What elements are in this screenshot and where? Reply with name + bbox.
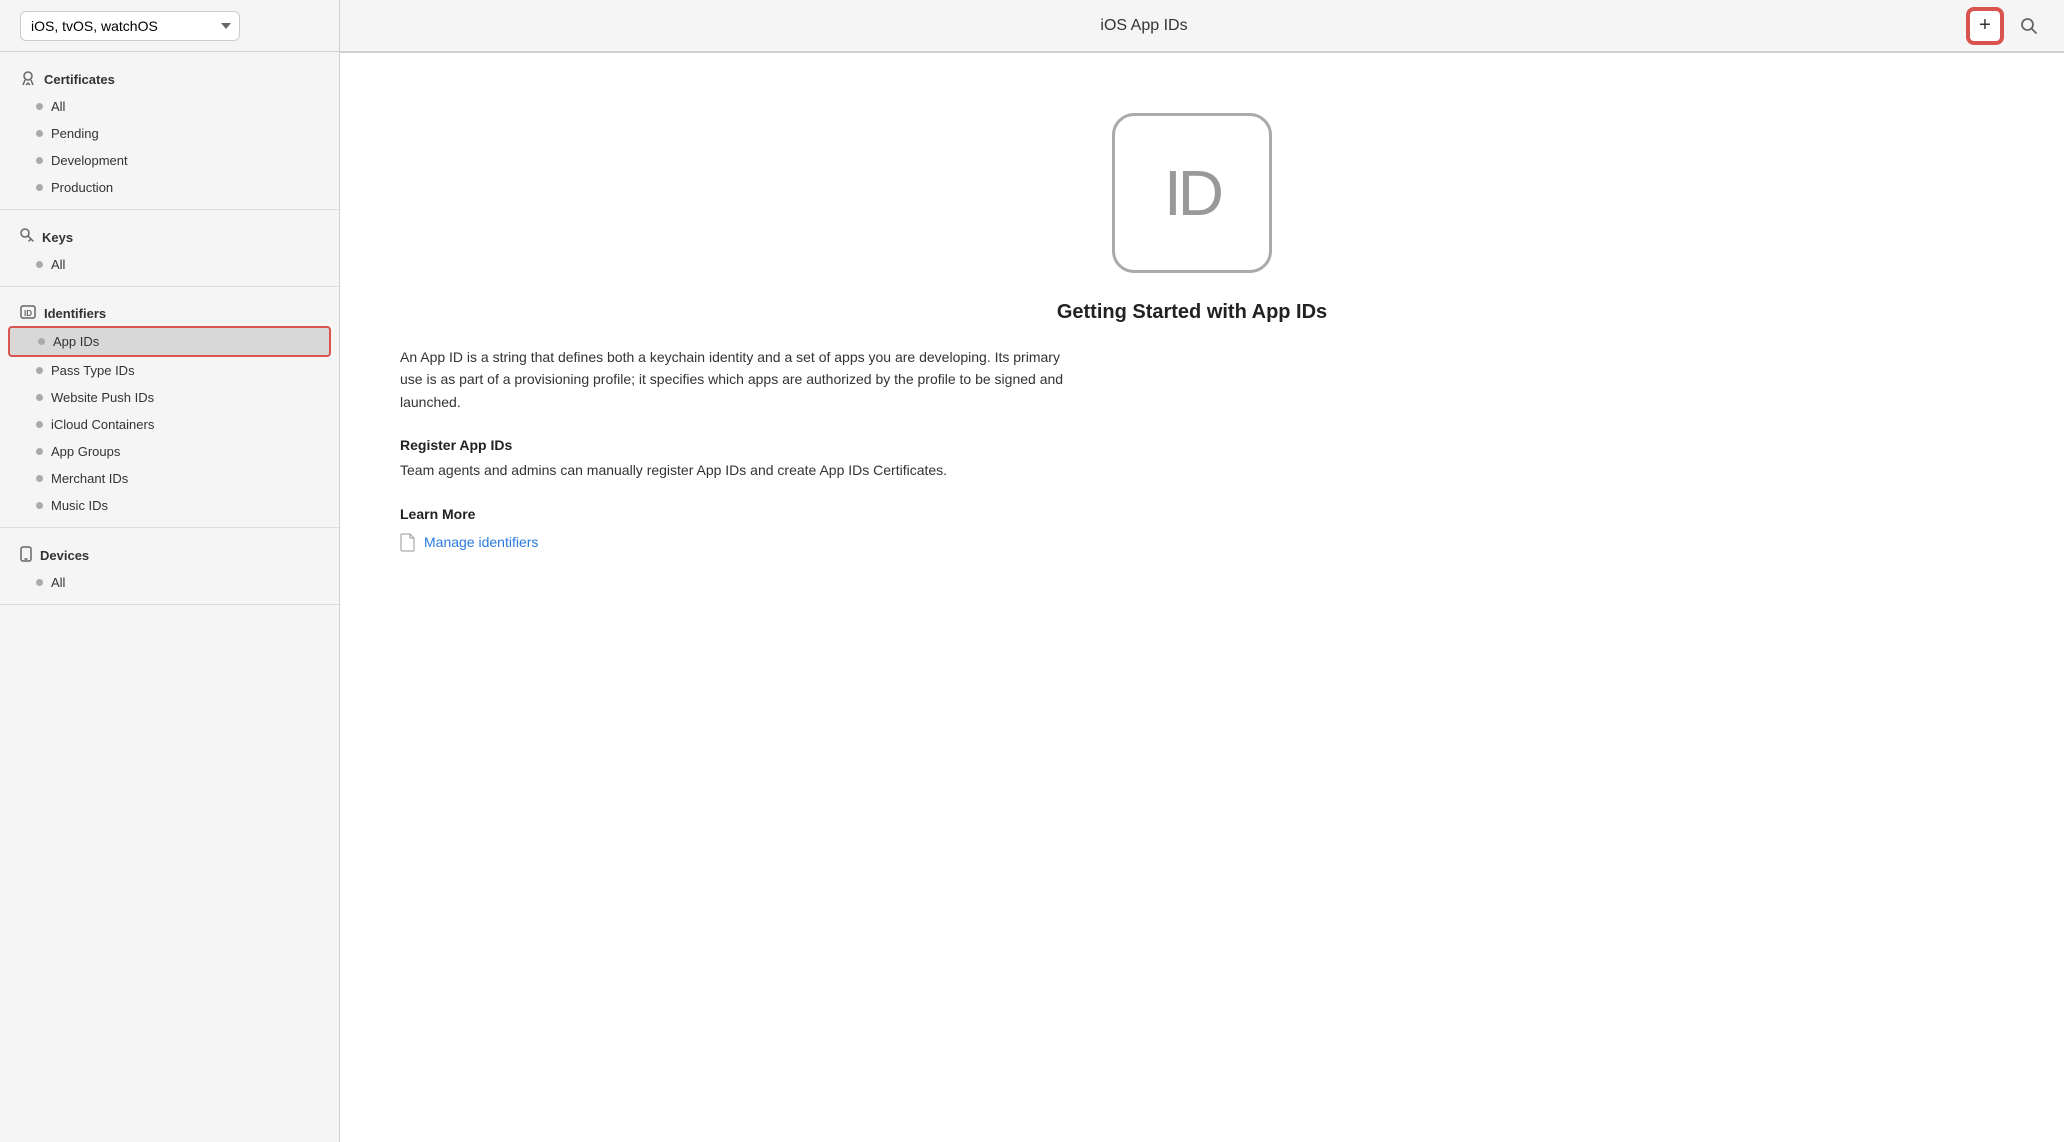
search-button[interactable]	[2014, 11, 2044, 41]
keys-icon	[20, 228, 34, 247]
icloud-containers-label: iCloud Containers	[51, 417, 154, 432]
dot-icon	[36, 421, 43, 428]
sidebar-item-keys-all[interactable]: All	[0, 251, 339, 278]
dot-icon	[36, 502, 43, 509]
identifiers-icon: ID	[20, 305, 36, 322]
main-content: ID Getting Started with App IDs An App I…	[340, 52, 2064, 1142]
cert-production-label: Production	[51, 180, 113, 195]
certificates-label: Certificates	[44, 72, 115, 87]
platform-selector-container: iOS, tvOS, watchOS macOS tvOS	[0, 0, 340, 51]
add-button[interactable]: +	[1968, 9, 2002, 43]
website-push-ids-label: Website Push IDs	[51, 390, 154, 405]
learn-more-link-row: Manage identifiers	[400, 532, 1984, 552]
sidebar-item-cert-development[interactable]: Development	[0, 147, 339, 174]
page-title: iOS App IDs	[340, 17, 1948, 35]
top-actions: +	[1948, 9, 2064, 43]
document-icon	[400, 532, 416, 552]
dot-icon	[36, 579, 43, 586]
devices-all-label: All	[51, 575, 65, 590]
dot-icon	[36, 475, 43, 482]
sidebar-item-music-ids[interactable]: Music IDs	[0, 492, 339, 519]
sidebar-item-cert-all[interactable]: All	[0, 93, 339, 120]
music-ids-label: Music IDs	[51, 498, 108, 513]
content-title: Getting Started with App IDs	[400, 301, 1984, 324]
identifiers-section: ID Identifiers App IDs Pass Type IDs Web…	[0, 287, 339, 528]
merchant-ids-label: Merchant IDs	[51, 471, 128, 486]
cert-development-label: Development	[51, 153, 128, 168]
main-layout: Certificates All Pending Development Pro…	[0, 52, 2064, 1142]
svg-text:ID: ID	[24, 309, 32, 318]
dot-icon	[38, 338, 45, 345]
sidebar-item-cert-pending[interactable]: Pending	[0, 120, 339, 147]
identifiers-header: ID Identifiers	[0, 299, 339, 326]
manage-identifiers-link[interactable]: Manage identifiers	[424, 534, 538, 550]
platform-dropdown[interactable]: iOS, tvOS, watchOS macOS tvOS	[20, 11, 240, 41]
dot-icon	[36, 261, 43, 268]
dot-icon	[36, 367, 43, 374]
cert-all-label: All	[51, 99, 65, 114]
app-groups-label: App Groups	[51, 444, 120, 459]
keys-all-label: All	[51, 257, 65, 272]
search-icon	[2020, 17, 2038, 35]
register-section-text: Team agents and admins can manually regi…	[400, 459, 1080, 481]
sidebar-item-app-ids[interactable]: App IDs	[8, 326, 331, 357]
id-icon-box: ID	[1112, 113, 1272, 273]
register-section-title: Register App IDs	[400, 437, 1984, 453]
pass-type-ids-label: Pass Type IDs	[51, 363, 135, 378]
dot-icon	[36, 394, 43, 401]
learn-more-section: Learn More Manage identifiers	[400, 506, 1984, 552]
content-description: An App ID is a string that defines both …	[400, 346, 1080, 413]
cert-pending-label: Pending	[51, 126, 99, 141]
dot-icon	[36, 448, 43, 455]
sidebar-item-merchant-ids[interactable]: Merchant IDs	[0, 465, 339, 492]
certificates-section: Certificates All Pending Development Pro…	[0, 52, 339, 210]
sidebar-item-website-push-ids[interactable]: Website Push IDs	[0, 384, 339, 411]
devices-icon	[20, 546, 32, 565]
dot-icon	[36, 130, 43, 137]
sidebar-item-pass-type-ids[interactable]: Pass Type IDs	[0, 357, 339, 384]
certificates-icon	[20, 70, 36, 89]
certificates-header: Certificates	[0, 64, 339, 93]
learn-more-title: Learn More	[400, 506, 1984, 522]
sidebar: Certificates All Pending Development Pro…	[0, 52, 340, 1142]
devices-section: Devices All	[0, 528, 339, 605]
dot-icon	[36, 157, 43, 164]
sidebar-item-app-groups[interactable]: App Groups	[0, 438, 339, 465]
dot-icon	[36, 184, 43, 191]
keys-header: Keys	[0, 222, 339, 251]
id-icon-text: ID	[1164, 156, 1220, 230]
devices-header: Devices	[0, 540, 339, 569]
top-bar: iOS, tvOS, watchOS macOS tvOS iOS App ID…	[0, 0, 2064, 52]
sidebar-item-icloud-containers[interactable]: iCloud Containers	[0, 411, 339, 438]
keys-label: Keys	[42, 230, 73, 245]
app-ids-label: App IDs	[53, 334, 99, 349]
devices-label: Devices	[40, 548, 89, 563]
keys-section: Keys All	[0, 210, 339, 287]
identifiers-label: Identifiers	[44, 306, 106, 321]
dot-icon	[36, 103, 43, 110]
content-icon-container: ID	[400, 113, 1984, 273]
sidebar-item-devices-all[interactable]: All	[0, 569, 339, 596]
sidebar-item-cert-production[interactable]: Production	[0, 174, 339, 201]
